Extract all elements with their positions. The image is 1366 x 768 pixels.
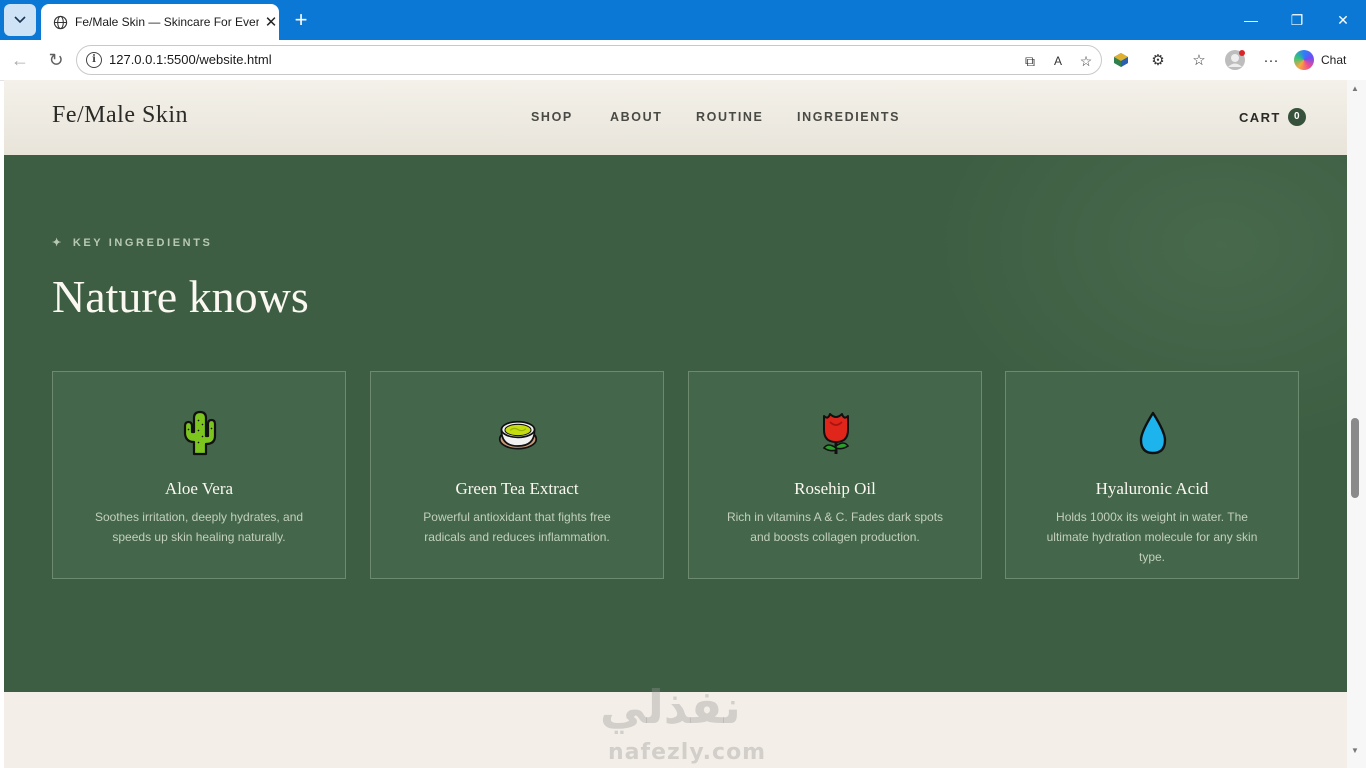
- read-aloud-icon[interactable]: A: [1047, 50, 1069, 72]
- card-description: Rich in vitamins A & C. Fades dark spots…: [726, 510, 944, 544]
- page-viewport: Fe/Male Skin SHOP ABOUT ROUTINE INGREDIE…: [4, 80, 1347, 768]
- cactus-icon: [183, 410, 217, 456]
- browser-tab-bar: Fe/Male Skin — Skincare For Every ✕ + — …: [0, 0, 1366, 40]
- scroll-up-icon[interactable]: ▲: [1351, 84, 1359, 93]
- site-header: Fe/Male Skin SHOP ABOUT ROUTINE INGREDIE…: [4, 80, 1347, 156]
- sparkle-icon: ✦: [52, 237, 64, 249]
- globe-icon: [51, 13, 69, 31]
- new-tab-icon[interactable]: +: [290, 8, 312, 32]
- back-icon[interactable]: ←: [8, 48, 32, 72]
- watermark-latin: nafezly.com: [608, 740, 767, 765]
- card-title: Green Tea Extract: [455, 479, 579, 498]
- ingredient-card-hyaluronic-acid[interactable]: Hyaluronic Acid Holds 1000x its weight i…: [1005, 371, 1299, 579]
- profile-avatar[interactable]: [1222, 48, 1248, 72]
- rose-icon: [822, 413, 850, 454]
- card-description: Holds 1000x its weight in water. The ult…: [1046, 510, 1258, 564]
- active-tab[interactable]: Fe/Male Skin — Skincare For Every ✕: [41, 4, 279, 40]
- copilot-chat-button[interactable]: Chat: [1294, 48, 1346, 72]
- address-toolbar: ← ↻ i 127.0.0.1:5500/website.html ⧉ A ☆ …: [0, 40, 1366, 81]
- section-eyebrow: ✦ KEY INGREDIENTS: [52, 236, 212, 249]
- card-description: Soothes irritation, deeply hydrates, and…: [94, 510, 304, 544]
- page-scrollbar[interactable]: ▲ ▼: [1347, 80, 1366, 768]
- scroll-down-icon[interactable]: ▼: [1351, 746, 1359, 755]
- water-drop-icon: [1139, 411, 1167, 455]
- chat-label: Chat: [1321, 53, 1347, 67]
- tab-title: Fe/Male Skin — Skincare For Every: [75, 15, 259, 29]
- card-title: Hyaluronic Acid: [1095, 479, 1209, 498]
- favorite-star-icon[interactable]: ☆: [1075, 50, 1097, 72]
- site-logo[interactable]: Fe/Male Skin: [52, 102, 188, 129]
- ingredients-section: ✦ KEY INGREDIENTS Nature knows Aloe Vera …: [4, 155, 1347, 692]
- green-tea-icon: [498, 420, 538, 450]
- more-menu-icon[interactable]: ···: [1258, 48, 1284, 72]
- card-description: Powerful antioxidant that fights free ra…: [423, 510, 611, 544]
- address-bar[interactable]: i 127.0.0.1:5500/website.html ⧉ A ☆: [76, 45, 1102, 75]
- copilot-icon: [1294, 50, 1314, 70]
- nav-link-about[interactable]: ABOUT: [610, 110, 662, 124]
- card-title: Aloe Vera: [164, 479, 234, 498]
- nav-link-routine[interactable]: ROUTINE: [696, 110, 763, 124]
- cart-label: CART: [1239, 109, 1281, 125]
- tab-actions-menu-icon[interactable]: [4, 4, 36, 36]
- cart-count-badge: 0: [1287, 108, 1306, 126]
- window-close-icon[interactable]: ✕: [1320, 0, 1366, 40]
- section-headline: Nature knows: [52, 271, 309, 322]
- favorites-icon[interactable]: ☆: [1186, 48, 1212, 72]
- tab-close-icon[interactable]: ✕: [263, 13, 279, 31]
- reload-icon[interactable]: ↻: [44, 48, 68, 72]
- scrollbar-thumb[interactable]: [1351, 418, 1359, 498]
- translate-icon[interactable]: ⧉: [1019, 50, 1041, 72]
- nav-link-ingredients[interactable]: INGREDIENTS: [797, 110, 900, 124]
- extension-cube-icon[interactable]: [1108, 48, 1134, 72]
- restore-icon[interactable]: ❐: [1274, 0, 1320, 40]
- ingredient-card-aloe-vera[interactable]: Aloe Vera Soothes irritation, deeply hyd…: [52, 371, 346, 579]
- cart-button[interactable]: CART 0: [1239, 108, 1306, 126]
- card-title: Rosehip Oil: [794, 479, 876, 498]
- site-info-icon[interactable]: i: [86, 52, 102, 68]
- ingredient-card-rosehip-oil[interactable]: Rosehip Oil Rich in vitamins A & C. Fade…: [688, 371, 982, 579]
- nav-link-shop[interactable]: SHOP: [531, 110, 573, 124]
- minimize-icon[interactable]: —: [1228, 0, 1274, 40]
- eyebrow-text: KEY INGREDIENTS: [72, 237, 213, 249]
- ingredient-card-green-tea[interactable]: Green Tea Extract Powerful antioxidant t…: [370, 371, 664, 579]
- extensions-icon[interactable]: ⚙: [1145, 48, 1171, 72]
- watermark-arabic: نفذلي: [600, 680, 741, 734]
- url-text[interactable]: 127.0.0.1:5500/website.html: [109, 52, 272, 67]
